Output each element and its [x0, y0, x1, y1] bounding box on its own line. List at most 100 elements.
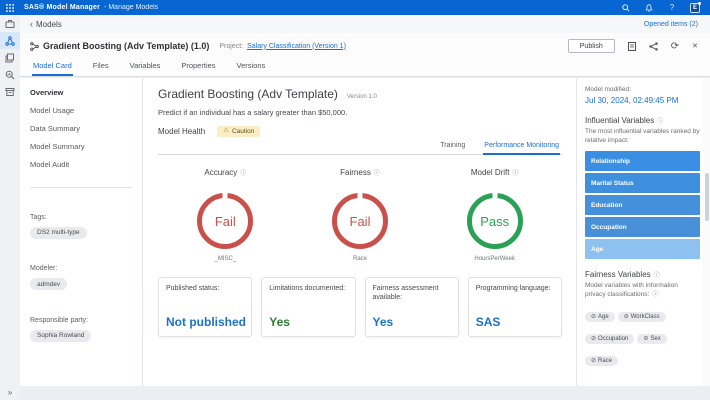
- content-area: Overview Model Usage Data Summary Model …: [20, 78, 710, 386]
- published-status-card: Published status: Not published: [158, 277, 252, 337]
- privacy-icon: ⊘: [591, 314, 596, 320]
- programming-language-card: Programming language: SAS: [468, 277, 562, 337]
- model-health-label: Model Health: [158, 127, 205, 136]
- projects-icon[interactable]: [0, 15, 20, 32]
- explore-search-icon[interactable]: [0, 66, 20, 83]
- publish-button[interactable]: Publish: [568, 39, 615, 53]
- gauge-view-tabs: Training Performance Monitoring: [158, 139, 562, 155]
- app-switcher-icon[interactable]: [0, 0, 20, 15]
- fairness-variables-desc: Model variables with information privacy…: [585, 282, 700, 300]
- refresh-icon[interactable]: ⟳: [671, 41, 679, 52]
- info-icon[interactable]: ⓘ: [513, 171, 519, 177]
- report-icon[interactable]: [628, 42, 636, 51]
- overview-panel: Gradient Boosting (Adv Template) Version…: [144, 78, 576, 386]
- sidebar-item-overview[interactable]: Overview: [30, 87, 132, 99]
- info-icon[interactable]: ⓘ: [652, 292, 658, 298]
- privacy-icon: ⊘: [643, 336, 648, 342]
- archive-box-icon[interactable]: [0, 83, 20, 100]
- model-description: Predict if an individual has a salary gr…: [158, 108, 562, 117]
- gauge-sublabel: HoursPerWeek: [427, 256, 562, 262]
- chip-sex: ⊘Sex: [637, 334, 666, 344]
- page-title: Gradient Boosting (Adv Template) (1.0): [43, 41, 209, 51]
- chip-age: ⊘Age: [585, 312, 615, 322]
- chip-workclass: ⊘WorkClass: [618, 312, 666, 322]
- responsible-party-label: Responsible party:: [30, 317, 132, 324]
- health-gauges: Accuracyⓘ Fail _MISC_ Fairnessⓘ Fail Rac…: [158, 162, 562, 262]
- bar-occupation: Occupation: [585, 217, 700, 237]
- vertical-scrollbar: [703, 78, 710, 386]
- share-icon[interactable]: [649, 42, 658, 51]
- privacy-icon: ⊘: [591, 358, 596, 364]
- influential-variables-title: Influential Variablesⓘ: [585, 116, 700, 125]
- notifications-bell-icon[interactable]: [644, 3, 654, 13]
- model-card-sidebar: Overview Model Usage Data Summary Model …: [20, 78, 143, 386]
- status-cards: Published status: Not published Limitati…: [158, 277, 562, 337]
- sidebar-divider: [30, 187, 132, 188]
- accuracy-gauge: Accuracyⓘ Fail _MISC_: [158, 162, 293, 262]
- model-tabbar: Model Card Files Variables Properties Ve…: [20, 59, 710, 77]
- tab-model-card[interactable]: Model Card: [32, 58, 73, 76]
- privacy-icon: ⊘: [624, 314, 629, 320]
- info-icon[interactable]: ⓘ: [240, 171, 246, 177]
- influential-variables-desc: The most influential variables ranked by…: [585, 128, 700, 146]
- tag-chip: DS2 multi-type: [30, 227, 87, 239]
- app-context: - Manage Models: [104, 4, 158, 11]
- model-title: Gradient Boosting (Adv Template): [158, 87, 338, 101]
- tab-training[interactable]: Training: [439, 139, 466, 155]
- fairness-variable-chips: ⊘Age⊘WorkClass⊘Occupation⊘Sex⊘Race: [585, 305, 700, 371]
- gauge-status: Fail: [337, 198, 383, 244]
- gauge-status: Pass: [472, 198, 518, 244]
- model-version: Version 1.0: [347, 94, 377, 100]
- info-icon[interactable]: ⓘ: [654, 273, 660, 279]
- fairness-variables-title: Fairness Variablesⓘ: [585, 270, 700, 279]
- models-icon[interactable]: [0, 32, 20, 49]
- model-header: Gradient Boosting (Adv Template) (1.0) P…: [20, 33, 710, 59]
- help-icon[interactable]: ?: [667, 3, 677, 13]
- back-chevron-icon: ‹: [30, 20, 33, 29]
- breadcrumb[interactable]: ‹ Models: [30, 20, 62, 29]
- gauge-sublabel: Race: [293, 256, 428, 262]
- expand-rail-icon[interactable]: »: [0, 388, 20, 397]
- bar-relationship: Relationship: [585, 151, 700, 171]
- sidebar-item-data-summary[interactable]: Data Summary: [30, 123, 132, 135]
- limitations-card: Limitations documented: Yes: [261, 277, 355, 337]
- opened-items-link[interactable]: Opened items (2): [644, 21, 698, 28]
- breadcrumb-bar: ‹ Models Opened items (2): [20, 15, 710, 33]
- model-modified-value: Jul 30, 2024, 02:49:45 PM: [585, 96, 700, 105]
- fairness-gauge: Fairnessⓘ Fail Race: [293, 162, 428, 262]
- top-app-bar: SAS® Model Manager - Manage Models ? E: [0, 0, 710, 15]
- info-icon[interactable]: ⓘ: [657, 119, 663, 125]
- left-icon-rail: »: [0, 15, 20, 400]
- warning-icon: ⚠: [223, 128, 229, 135]
- variables-panel: Model modified: Jul 30, 2024, 02:49:45 P…: [576, 78, 703, 386]
- close-icon[interactable]: ✕: [692, 42, 698, 50]
- tab-files[interactable]: Files: [92, 58, 110, 76]
- bar-age: Age: [585, 239, 700, 259]
- scrollbar-thumb[interactable]: [705, 173, 709, 221]
- breadcrumb-label: Models: [36, 20, 62, 29]
- modeler-chip: admdev: [30, 278, 67, 290]
- bar-marital-status: Marital Status: [585, 173, 700, 193]
- responsible-party-chip: Sophia Rowland: [30, 330, 91, 342]
- tab-performance-monitoring[interactable]: Performance Monitoring: [483, 139, 560, 155]
- info-icon[interactable]: ⓘ: [374, 171, 380, 177]
- tab-properties[interactable]: Properties: [180, 58, 216, 76]
- gauge-sublabel: _MISC_: [158, 256, 293, 262]
- project-link[interactable]: Salary Classification (Version 1): [247, 43, 346, 50]
- privacy-icon: ⊘: [591, 336, 596, 342]
- project-label: Project:: [219, 43, 243, 50]
- app-title: SAS® Model Manager: [24, 4, 100, 11]
- caution-badge: ⚠ Caution: [217, 126, 260, 137]
- sidebar-item-model-usage[interactable]: Model Usage: [30, 105, 132, 117]
- tab-variables[interactable]: Variables: [129, 58, 162, 76]
- sidebar-item-model-summary[interactable]: Model Summary: [30, 141, 132, 153]
- tab-versions[interactable]: Versions: [236, 58, 267, 76]
- model-drift-gauge: Model Driftⓘ Pass HoursPerWeek: [427, 162, 562, 262]
- sidebar-item-model-audit[interactable]: Model Audit: [30, 159, 132, 171]
- search-icon[interactable]: [621, 3, 631, 13]
- copies-layers-icon[interactable]: [0, 49, 20, 66]
- user-avatar[interactable]: E: [690, 3, 700, 13]
- chip-occupation: ⊘Occupation: [585, 334, 634, 344]
- bar-education: Education: [585, 195, 700, 215]
- gauge-status: Fail: [202, 198, 248, 244]
